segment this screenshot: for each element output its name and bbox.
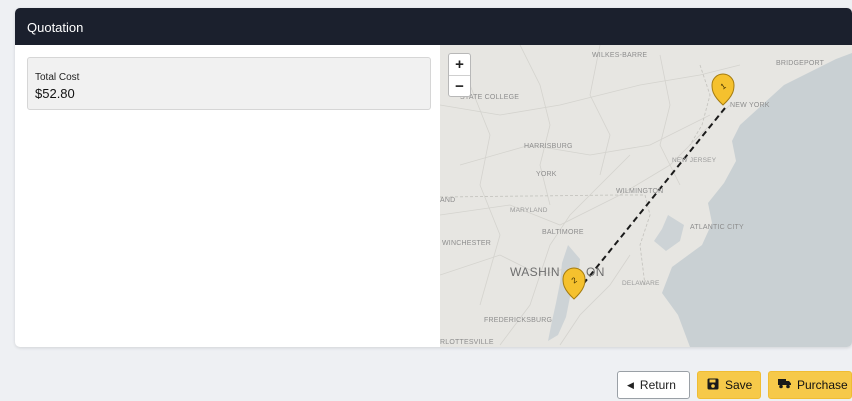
purchase-button[interactable]: Purchase bbox=[768, 371, 852, 399]
city-winchester: WINCHESTER bbox=[442, 240, 492, 247]
total-cost-label: Total Cost bbox=[35, 72, 80, 83]
city-fredericksburg: FREDERICKSBURG bbox=[484, 317, 553, 324]
caret-left-icon: ◀ bbox=[627, 379, 634, 390]
zoom-out-button[interactable]: − bbox=[449, 75, 470, 96]
route-marker-start[interactable]: 1 bbox=[711, 73, 735, 106]
city-washington-end: ON bbox=[586, 265, 605, 279]
city-washington: WASHIN bbox=[510, 265, 560, 279]
total-cost-box: Total Cost $52.80 bbox=[27, 57, 431, 110]
city-bridgeport: BRIDGEPORT bbox=[776, 60, 825, 67]
zoom-in-button[interactable]: + bbox=[449, 54, 470, 75]
return-label: Return bbox=[639, 378, 676, 392]
city-new-york: NEW YORK bbox=[730, 102, 770, 109]
region-and: AND bbox=[440, 197, 456, 204]
floppy-disk-icon bbox=[707, 378, 719, 393]
city-wilkes-barre: WILKES-BARRE bbox=[592, 52, 648, 59]
save-button[interactable]: Save bbox=[697, 371, 761, 399]
city-baltimore: BALTIMORE bbox=[542, 229, 584, 236]
region-maryland: MARYLAND bbox=[510, 207, 548, 214]
purchase-label: Purchase bbox=[797, 378, 848, 392]
map-tiles: 1 2 bbox=[440, 45, 852, 347]
card-title: Quotation bbox=[15, 8, 852, 45]
total-cost-value: $52.80 bbox=[35, 86, 75, 101]
route-map[interactable]: 1 2 WILKES-BARRE BRIDGEPORT STATE COLLEG… bbox=[440, 45, 852, 347]
zoom-control: + − bbox=[448, 53, 471, 97]
city-wilmington: WILMINGTON bbox=[616, 188, 664, 195]
region-new-jersey: NEW JERSEY bbox=[672, 157, 717, 164]
city-charlottesville: RLOTTESVILLE bbox=[440, 339, 494, 346]
delaware-bay bbox=[654, 215, 684, 251]
return-button[interactable]: ◀ Return bbox=[617, 371, 690, 399]
city-york: YORK bbox=[536, 171, 557, 178]
atlantic-ocean bbox=[662, 45, 852, 347]
truck-icon bbox=[778, 378, 791, 392]
save-label: Save bbox=[725, 378, 753, 392]
city-harrisburg: HARRISBURG bbox=[524, 143, 573, 150]
region-delaware: DELAWARE bbox=[622, 280, 660, 287]
city-atlantic-city: ATLANTIC CITY bbox=[690, 224, 744, 231]
quotation-card: Quotation Total Cost $52.80 1 2 WILKES-B… bbox=[15, 8, 852, 347]
